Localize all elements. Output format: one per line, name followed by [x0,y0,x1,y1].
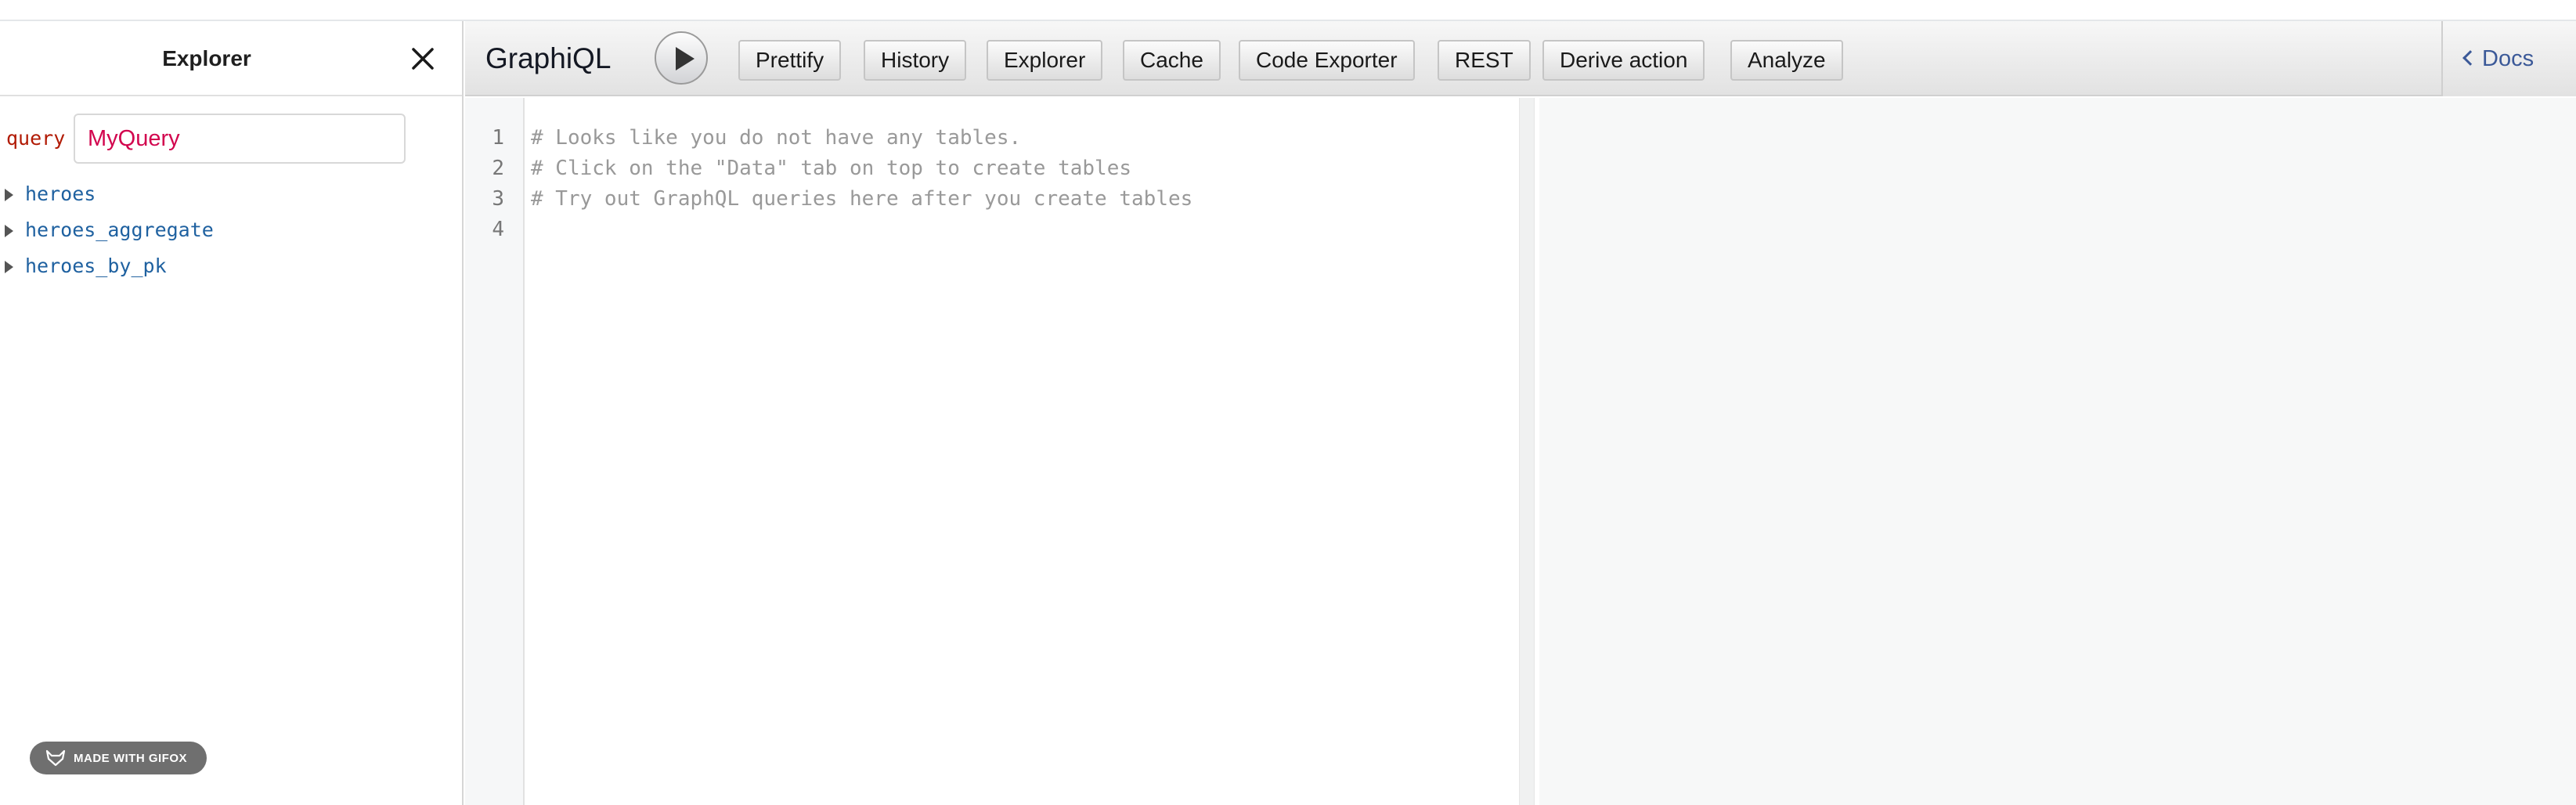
docs-button[interactable]: Docs [2462,21,2535,96]
top-border [0,0,2576,21]
history-button[interactable]: History [864,40,967,81]
explorer-button[interactable]: Explorer [987,40,1103,81]
gifox-watermark: MADE WITH GIFOX [30,742,207,774]
field-item-heroes-by-pk[interactable]: heroes_by_pk [0,248,462,284]
explorer-title: Explorer [162,46,251,70]
field-item-heroes[interactable]: heroes [0,176,462,212]
code-line: # Try out GraphQL queries here after you… [531,187,1193,211]
close-icon [412,48,434,70]
execute-query-button[interactable] [655,31,708,85]
fox-logo-icon [45,749,66,767]
code-line: # Looks like you do not have any tables. [531,126,1022,150]
caret-right-icon [5,261,13,273]
derive-action-button[interactable]: Derive action [1542,40,1705,81]
explorer-header: Explorer [0,21,462,96]
line-number: 4 [492,218,504,241]
docs-area: Docs [2441,21,2576,96]
results-pane[interactable] [1539,98,2576,805]
close-explorer-button[interactable] [409,45,437,73]
field-item-heroes-aggregate[interactable]: heroes_aggregate [0,212,462,248]
query-keyword: query [6,127,66,150]
operation-name-input[interactable] [74,114,406,164]
caret-right-icon [5,225,13,237]
line-number: 2 [492,157,504,180]
line-number: 3 [492,187,504,211]
rest-button[interactable]: REST [1438,40,1531,81]
graphiql-title: GraphiQL [485,42,612,74]
graphiql-toolbar: GraphiQL Prettify History Explorer Cache… [465,21,2576,96]
line-number-gutter: 1 2 3 4 [465,98,525,805]
prettify-button[interactable]: Prettify [738,40,842,81]
operation-row: query [0,114,462,164]
caret-right-icon [5,189,13,201]
docs-label: Docs [2482,46,2535,71]
line-number: 1 [492,126,504,150]
code-line: # Click on the "Data" tab on top to crea… [531,157,1132,180]
query-editor[interactable]: 1 2 3 4 # Looks like you do not have any… [465,98,1519,805]
code-exporter-button[interactable]: Code Exporter [1239,40,1415,81]
play-icon [676,47,695,70]
watermark-text: MADE WITH GIFOX [74,751,187,765]
explorer-panel: Explorer query heroes heroes_aggregate h… [0,21,464,805]
cache-button[interactable]: Cache [1123,40,1221,81]
field-list: heroes heroes_aggregate heroes_by_pk [0,176,462,284]
field-label: heroes [25,182,96,205]
chevron-left-icon [2462,50,2478,66]
field-label: heroes_by_pk [25,254,167,277]
field-label: heroes_aggregate [25,218,214,241]
analyze-button[interactable]: Analyze [1730,40,1843,81]
editor-scrollbar[interactable] [1519,98,1535,805]
